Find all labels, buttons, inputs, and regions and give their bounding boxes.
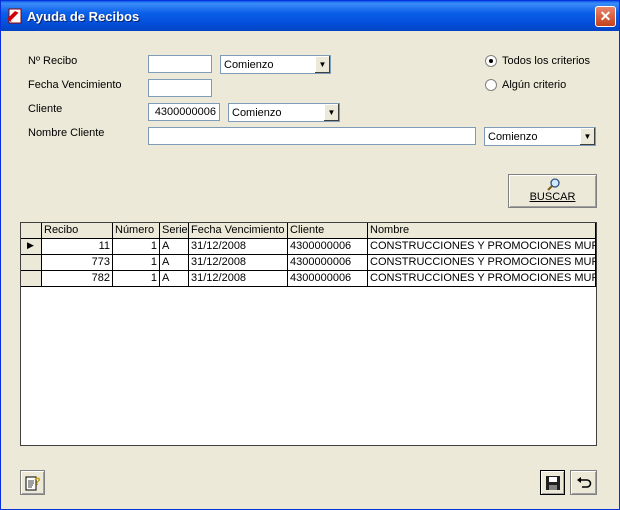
window-title: Ayuda de Recibos [27, 9, 140, 24]
cell-fecha[interactable]: 31/12/2008 [189, 271, 288, 287]
undo-icon [577, 477, 592, 488]
table-row[interactable]: 773 1 A 31/12/2008 4300000006 CONSTRUCCI… [21, 255, 596, 271]
fecha-input[interactable] [148, 79, 212, 97]
cell-numero[interactable]: 1 [113, 271, 160, 287]
cell-numero[interactable]: 1 [113, 239, 160, 255]
cliente-label: Cliente [28, 103, 63, 115]
current-row-indicator: ▶ [21, 239, 42, 255]
cell-serie[interactable]: A [160, 271, 189, 287]
cliente-mode-select[interactable]: Comienzo ▼ [228, 103, 340, 122]
row-indicator [21, 255, 42, 271]
nombre-mode-select[interactable]: Comienzo ▼ [484, 127, 596, 146]
cell-cliente[interactable]: 4300000006 [288, 271, 368, 287]
column-header[interactable]: Fecha Vencimiento [189, 223, 288, 239]
cell-cliente[interactable]: 4300000006 [288, 255, 368, 271]
app-icon [7, 8, 22, 24]
ayuda-recibos-window: Ayuda de Recibos ✕ Nº Recibo Comienzo ▼ … [0, 0, 620, 510]
cliente-input[interactable]: 4300000006 [148, 103, 220, 121]
cell-recibo[interactable]: 773 [42, 255, 113, 271]
cell-cliente[interactable]: 4300000006 [288, 239, 368, 255]
nombre-label: Nombre Cliente [28, 127, 105, 139]
algun-label[interactable]: Algún criterio [502, 79, 566, 91]
recibo-mode-select[interactable]: Comienzo ▼ [220, 55, 331, 74]
table-row[interactable]: 782 1 A 31/12/2008 4300000006 CONSTRUCCI… [21, 271, 596, 287]
chevron-down-icon[interactable]: ▼ [314, 56, 330, 73]
buscar-button[interactable]: BUSCAR [508, 174, 597, 208]
help-button[interactable]: ? [20, 470, 45, 495]
cell-recibo[interactable]: 782 [42, 271, 113, 287]
todos-radio[interactable] [485, 55, 497, 67]
todos-label[interactable]: Todos los criterios [502, 55, 590, 67]
cell-nombre[interactable]: CONSTRUCCIONES Y PROMOCIONES MURI [368, 255, 596, 271]
cell-fecha[interactable]: 31/12/2008 [189, 239, 288, 255]
recibo-input[interactable] [148, 55, 212, 73]
row-indicator [21, 271, 42, 287]
buscar-label: BUSCAR [529, 191, 576, 203]
cell-nombre[interactable]: CONSTRUCCIONES Y PROMOCIONES MURI [368, 239, 596, 255]
fecha-label: Fecha Vencimiento [28, 79, 122, 91]
algun-radio[interactable] [485, 79, 497, 91]
nombre-mode-value: Comienzo [488, 131, 538, 143]
recibo-label: Nº Recibo [28, 55, 78, 67]
title-bar[interactable]: Ayuda de Recibos ✕ [1, 1, 619, 31]
results-grid[interactable]: Recibo Número Serie Fecha Vencimiento Cl… [20, 222, 597, 446]
cell-serie[interactable]: A [160, 255, 189, 271]
chevron-down-icon[interactable]: ▼ [579, 128, 595, 145]
column-header[interactable]: Cliente [288, 223, 368, 239]
save-icon [546, 476, 560, 490]
table-row[interactable]: ▶ 11 1 A 31/12/2008 4300000006 CONSTRUCC… [21, 239, 596, 255]
cell-recibo[interactable]: 11 [42, 239, 113, 255]
grid-header: Recibo Número Serie Fecha Vencimiento Cl… [21, 223, 596, 239]
undo-button[interactable] [570, 470, 597, 495]
header-indicator [21, 223, 42, 239]
cell-numero[interactable]: 1 [113, 255, 160, 271]
close-button[interactable]: ✕ [595, 6, 616, 27]
cell-serie[interactable]: A [160, 239, 189, 255]
column-header[interactable]: Serie [160, 223, 189, 239]
save-button[interactable] [540, 470, 565, 495]
chevron-down-icon[interactable]: ▼ [323, 104, 339, 121]
cell-fecha[interactable]: 31/12/2008 [189, 255, 288, 271]
nombre-input[interactable] [148, 127, 476, 145]
column-header[interactable]: Recibo [42, 223, 113, 239]
radio-dot [489, 59, 493, 63]
cell-nombre[interactable]: CONSTRUCCIONES Y PROMOCIONES MURI [368, 271, 596, 287]
column-header[interactable]: Nombre [368, 223, 596, 239]
svg-text:?: ? [34, 476, 41, 488]
help-icon: ? [25, 476, 41, 491]
column-header[interactable]: Número [113, 223, 160, 239]
cliente-mode-value: Comienzo [232, 107, 282, 119]
recibo-mode-value: Comienzo [224, 59, 274, 71]
